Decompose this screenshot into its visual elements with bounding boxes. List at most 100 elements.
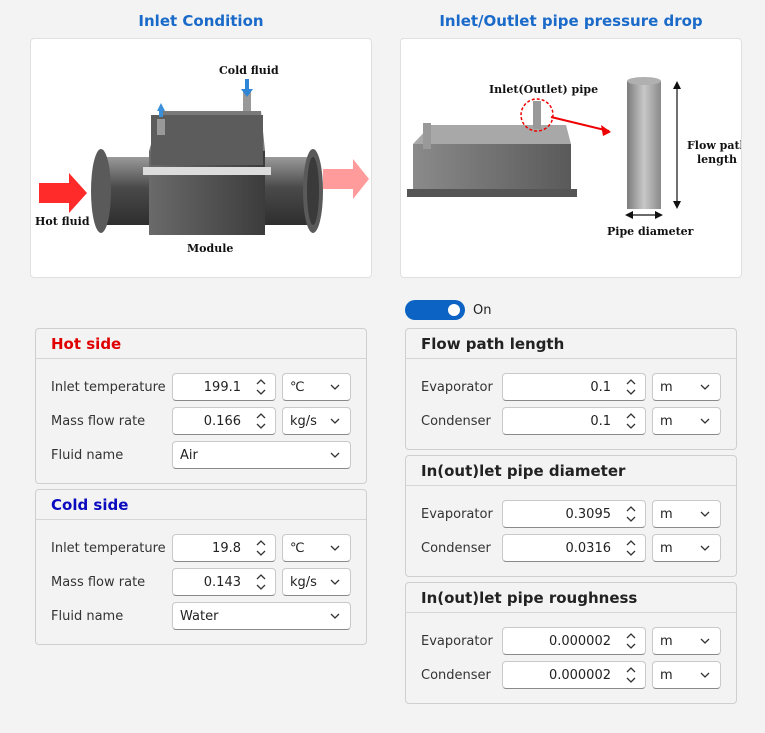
spinner-icon[interactable] [625,504,637,524]
diameter-condenser-unit-select[interactable]: m [652,534,721,562]
chevron-down-icon [700,384,710,390]
hot-inlet-temperature-value: 199.1 [203,379,241,395]
pipe-pressure-drop-diagram: Inlet(Outlet) pipe Flow path length Pipe… [400,38,742,278]
module-label: Module [187,242,233,255]
cold-inlet-temperature-unit: ℃ [290,540,305,556]
roughness-condenser-unit: m [660,667,673,683]
flow-evaporator-unit: m [660,379,673,395]
roughness-evaporator-value: 0.000002 [548,633,611,649]
chevron-down-icon [700,638,710,644]
hot-fluid-label: Hot fluid [35,215,90,228]
diameter-evaporator-unit-select[interactable]: m [652,500,721,528]
roughness-evaporator-input[interactable]: 0.000002 [502,627,646,655]
chevron-down-icon [700,672,710,678]
spinner-icon[interactable] [255,377,267,397]
chevron-down-icon [330,452,340,458]
spinner-icon[interactable] [255,538,267,558]
flow-evaporator-label: Evaporator [421,379,493,395]
cold-mass-flow-rate-label: Mass flow rate [51,574,146,590]
chevron-down-icon [330,545,340,551]
hot-mass-flow-rate-input[interactable]: 0.166 [172,407,276,435]
pipe-diameter-panel: In(out)let pipe diameter Evaporator 0.30… [405,455,737,577]
hot-inlet-temperature-input[interactable]: 199.1 [172,373,276,401]
cold-side-panel: Cold side Inlet temperature 19.8 ℃ Mass … [35,489,367,645]
chevron-down-icon [700,545,710,551]
toggle-knob [448,304,460,316]
diameter-evaporator-label: Evaporator [421,506,493,522]
spinner-icon[interactable] [625,631,637,651]
roughness-evaporator-unit: m [660,633,673,649]
hot-inlet-arrow-icon [39,173,87,213]
flow-evaporator-unit-select[interactable]: m [652,373,721,401]
diameter-condenser-unit: m [660,540,673,556]
hot-mass-flow-rate-unit: kg/s [290,413,317,429]
diameter-evaporator-unit: m [660,506,673,522]
pressure-drop-toggle[interactable] [405,300,465,320]
flow-condenser-unit-select[interactable]: m [652,407,721,435]
hot-fluid-name-label: Fluid name [51,447,124,463]
roughness-condenser-label: Condenser [421,667,491,683]
flow-evaporator-input[interactable]: 0.1 [502,373,646,401]
roughness-condenser-value: 0.000002 [548,667,611,683]
cold-side-title: Cold side [36,490,366,520]
cold-fluid-name-select[interactable]: Water [172,602,351,630]
flow-path-label-1: Flow path [687,139,742,152]
chevron-down-icon [330,579,340,585]
hot-fluid-name-value: Air [180,447,198,463]
hot-inlet-temperature-unit-select[interactable]: ℃ [282,373,351,401]
inlet-condition-diagram: Cold fluid Hot fluid Module [30,38,372,278]
pressure-drop-toggle-group: On [405,300,491,320]
cold-mass-flow-rate-unit: kg/s [290,574,317,590]
pipe-roughness-title: In(out)let pipe roughness [406,583,736,613]
hot-mass-flow-rate-label: Mass flow rate [51,413,146,429]
chevron-down-icon [330,384,340,390]
spinner-icon[interactable] [255,411,267,431]
hot-inlet-temperature-label: Inlet temperature [51,379,166,395]
roughness-condenser-unit-select[interactable]: m [652,661,721,689]
spinner-icon[interactable] [625,665,637,685]
spinner-icon[interactable] [625,538,637,558]
roughness-evaporator-label: Evaporator [421,633,493,649]
pipe-label: Inlet(Outlet) pipe [489,83,598,96]
cold-fluid-name-label: Fluid name [51,608,124,624]
roughness-evaporator-unit-select[interactable]: m [652,627,721,655]
pipe-diameter-title: In(out)let pipe diameter [406,456,736,486]
cold-inlet-temperature-input[interactable]: 19.8 [172,534,276,562]
chevron-down-icon [700,511,710,517]
cold-fluid-name-value: Water [180,608,219,624]
spinner-icon[interactable] [255,572,267,592]
hot-mass-flow-rate-value: 0.166 [203,413,241,429]
cold-fluid-label: Cold fluid [219,64,279,77]
flow-path-length-panel: Flow path length Evaporator 0.1 m Conden… [405,328,737,450]
hot-fluid-name-select[interactable]: Air [172,441,351,469]
spinner-icon[interactable] [625,411,637,431]
hot-side-title: Hot side [36,329,366,359]
cold-mass-flow-rate-unit-select[interactable]: kg/s [282,568,351,596]
pipe-diameter-label: Pipe diameter [607,225,694,238]
flow-condenser-label: Condenser [421,413,491,429]
flow-path-length-title: Flow path length [406,329,736,359]
hot-mass-flow-rate-unit-select[interactable]: kg/s [282,407,351,435]
toggle-label: On [473,302,492,318]
diameter-evaporator-value: 0.3095 [565,506,612,522]
chevron-down-icon [330,613,340,619]
flow-evaporator-value: 0.1 [590,379,611,395]
flow-condenser-value: 0.1 [590,413,611,429]
chevron-down-icon [700,418,710,424]
hot-inlet-temperature-unit: ℃ [290,379,305,395]
cold-inlet-temperature-unit-select[interactable]: ℃ [282,534,351,562]
chevron-down-icon [330,418,340,424]
flow-condenser-unit: m [660,413,673,429]
inlet-condition-title: Inlet Condition [138,12,264,30]
roughness-condenser-input[interactable]: 0.000002 [502,661,646,689]
diameter-condenser-input[interactable]: 0.0316 [502,534,646,562]
pipe-roughness-panel: In(out)let pipe roughness Evaporator 0.0… [405,582,737,704]
cold-inlet-temperature-label: Inlet temperature [51,540,166,556]
diameter-condenser-value: 0.0316 [565,540,612,556]
diameter-evaporator-input[interactable]: 0.3095 [502,500,646,528]
spinner-icon[interactable] [625,377,637,397]
flow-condenser-input[interactable]: 0.1 [502,407,646,435]
cold-mass-flow-rate-input[interactable]: 0.143 [172,568,276,596]
hot-side-panel: Hot side Inlet temperature 199.1 ℃ Mass … [35,328,367,484]
pipe-pressure-drop-title: Inlet/Outlet pipe pressure drop [439,12,703,30]
